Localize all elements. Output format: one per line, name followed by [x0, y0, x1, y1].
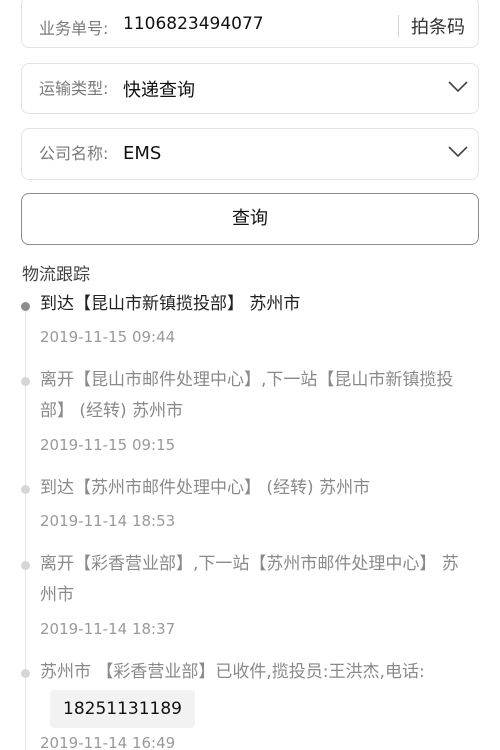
divider — [398, 15, 399, 37]
tracking-event-text: 离开【昆山市邮件处理中心】,下一站【昆山市新镇揽投部】 (经转) 苏州市 — [40, 370, 454, 421]
company-name-label: 公司名称: — [39, 144, 109, 163]
chevron-down-icon — [448, 81, 468, 93]
order-number-input[interactable]: 1106823494077 — [123, 14, 264, 34]
timeline-dot — [21, 377, 30, 386]
tracking-event-time: 2019-11-15 09:15 — [40, 436, 176, 454]
timeline-dot — [21, 561, 30, 570]
company-name-value: EMS — [123, 143, 162, 164]
timeline-dot — [21, 485, 30, 494]
tracking-event-text: 到达【苏州市邮件处理中心】 (经转) 苏州市 — [40, 478, 371, 498]
order-number-label: 业务单号: — [39, 19, 109, 38]
courier-phone-link[interactable]: 18251131189 — [50, 690, 195, 728]
scan-barcode-button[interactable]: 拍条码 — [411, 13, 465, 39]
timeline-dot-active — [21, 302, 30, 311]
order-number-field[interactable]: 业务单号: 1106823494077 拍条码 — [21, 0, 479, 48]
tracking-event-time: 2019-11-15 09:44 — [40, 328, 176, 346]
tracking-title: 物流跟踪 — [22, 265, 90, 285]
tracking-event-time: 2019-11-14 16:49 — [40, 734, 176, 750]
chevron-down-icon — [448, 146, 468, 158]
transport-type-label: 运输类型: — [39, 79, 109, 98]
timeline-dot — [21, 669, 30, 678]
tracking-event-time: 2019-11-14 18:53 — [40, 512, 176, 530]
transport-type-value: 快递查询 — [123, 80, 195, 101]
tracking-event-time: 2019-11-14 18:37 — [40, 620, 176, 638]
timeline-line — [25, 306, 26, 750]
tracking-event-text: 苏州市 【彩香营业部】已收件,揽投员:王洪杰,电话: — [40, 662, 425, 682]
tracking-event-text: 离开【彩香营业部】,下一站【苏州市邮件处理中心】 苏州市 — [40, 554, 459, 605]
company-name-select[interactable]: 公司名称: EMS — [21, 128, 479, 180]
query-button[interactable]: 查询 — [21, 193, 479, 245]
transport-type-select[interactable]: 运输类型: 快递查询 — [21, 63, 479, 114]
tracking-event-text: 到达【昆山市新镇揽投部】 苏州市 — [40, 294, 301, 314]
